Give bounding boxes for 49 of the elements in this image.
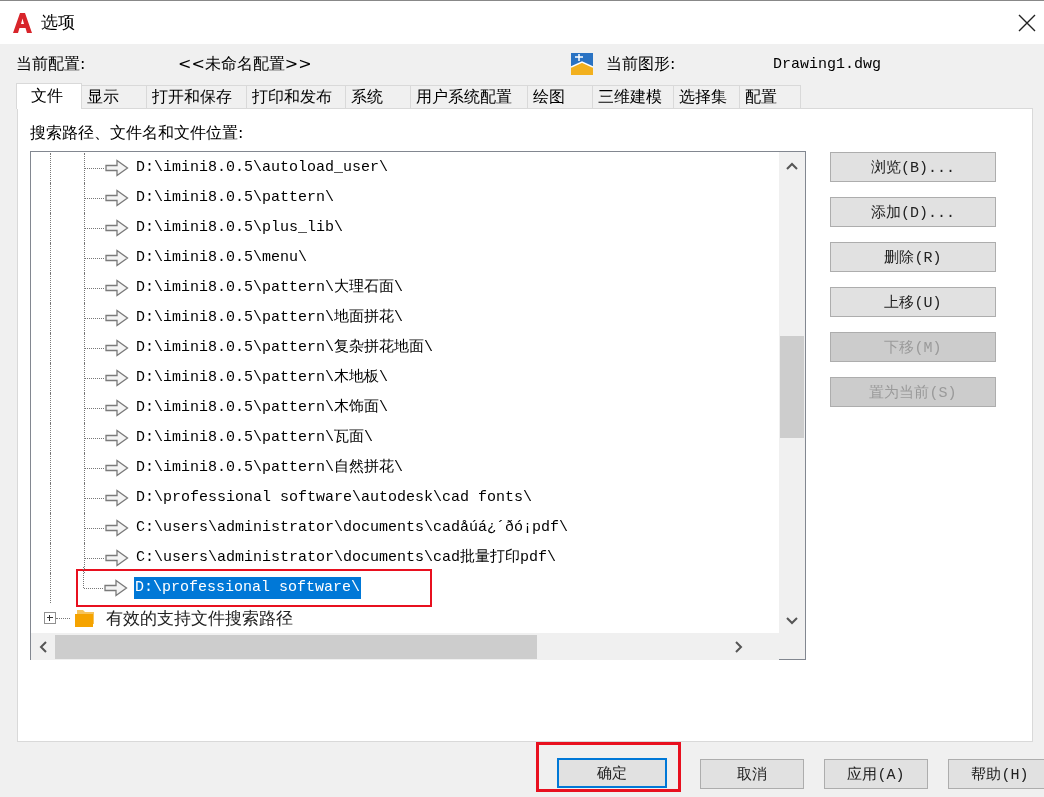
scroll-down-icon[interactable]	[786, 617, 798, 625]
dialog-button[interactable]: 确定	[557, 758, 667, 788]
dialog-button[interactable]: 取消	[700, 759, 804, 789]
path-item[interactable]: C:\users\administrator\documents\cad批量打印pdf\	[135, 547, 558, 569]
drawing-label: 当前图形:	[606, 53, 677, 75]
path-item[interactable]: D:\imini8.0.5\pattern\	[135, 187, 336, 209]
drawing-value: Drawing1.dwg	[773, 55, 882, 73]
scroll-up-icon[interactable]	[786, 162, 798, 170]
path-item[interactable]: D:\imini8.0.5\plus_lib\	[135, 217, 345, 239]
scroll-left-icon[interactable]	[39, 641, 47, 653]
path-item[interactable]: D:\imini8.0.5\autoload_user\	[135, 157, 390, 179]
expand-icon[interactable]	[44, 612, 56, 624]
vertical-scrollbar[interactable]	[779, 152, 805, 633]
tab[interactable]: 打印和发布	[246, 85, 346, 108]
horizontal-scrollbar[interactable]	[31, 633, 779, 660]
close-icon[interactable]	[1018, 13, 1036, 32]
drawing-icon	[571, 53, 593, 75]
path-item[interactable]: D:\imini8.0.5\pattern\木饰面\	[135, 397, 390, 419]
tree-item[interactable]: 有效的支持文件搜索路径	[106, 606, 293, 630]
path-item[interactable]: D:\professional software\autodesk\cad fonts\	[135, 487, 534, 509]
path-item[interactable]: D:\imini8.0.5\pattern\瓦面\	[135, 427, 375, 449]
path-item[interactable]: D:\imini8.0.5\pattern\自然拼花\	[135, 457, 405, 479]
path-item[interactable]: D:\professional software\	[134, 577, 362, 599]
window-title: 选项	[41, 11, 75, 34]
path-item[interactable]: C:\users\administrator\documents\cadåúá¿´ðó¡pdf\	[135, 517, 570, 539]
action-button[interactable]: 添加(D)...	[830, 197, 996, 227]
path-item[interactable]: D:\imini8.0.5\pattern\大理石面\	[135, 277, 405, 299]
folder-icon	[74, 608, 96, 628]
app-logo-icon	[11, 11, 33, 34]
path-item[interactable]: D:\imini8.0.5\pattern\复杂拼花地面\	[135, 337, 435, 359]
path-item[interactable]: D:\imini8.0.5\menu\	[135, 247, 309, 269]
profile-value: <<未命名配置>>	[178, 53, 313, 75]
dialog-button[interactable]: 帮助(H)	[948, 759, 1044, 789]
action-button[interactable]: 浏览(B)...	[830, 152, 996, 182]
tab[interactable]: 用户系统配置	[410, 85, 528, 108]
scrollbar-thumb[interactable]	[780, 336, 804, 438]
profile-label: 当前配置:	[16, 53, 87, 75]
scroll-right-icon[interactable]	[735, 641, 743, 653]
dialog-button[interactable]: 应用(A)	[824, 759, 928, 789]
section-label: 搜索路径、文件名和文件位置:	[30, 123, 245, 144]
path-item[interactable]: D:\imini8.0.5\pattern\木地板\	[135, 367, 390, 389]
tab[interactable]: 打开和保存	[146, 85, 247, 108]
tab[interactable]: 配置	[739, 85, 801, 108]
action-button[interactable]: 删除(R)	[830, 242, 996, 272]
scrollbar-thumb[interactable]	[55, 635, 537, 659]
action-button[interactable]: 上移(U)	[830, 287, 996, 317]
tab[interactable]: 选择集	[673, 85, 740, 108]
tab[interactable]: 文件	[16, 83, 82, 109]
path-item[interactable]: D:\imini8.0.5\pattern\地面拼花\	[135, 307, 405, 329]
